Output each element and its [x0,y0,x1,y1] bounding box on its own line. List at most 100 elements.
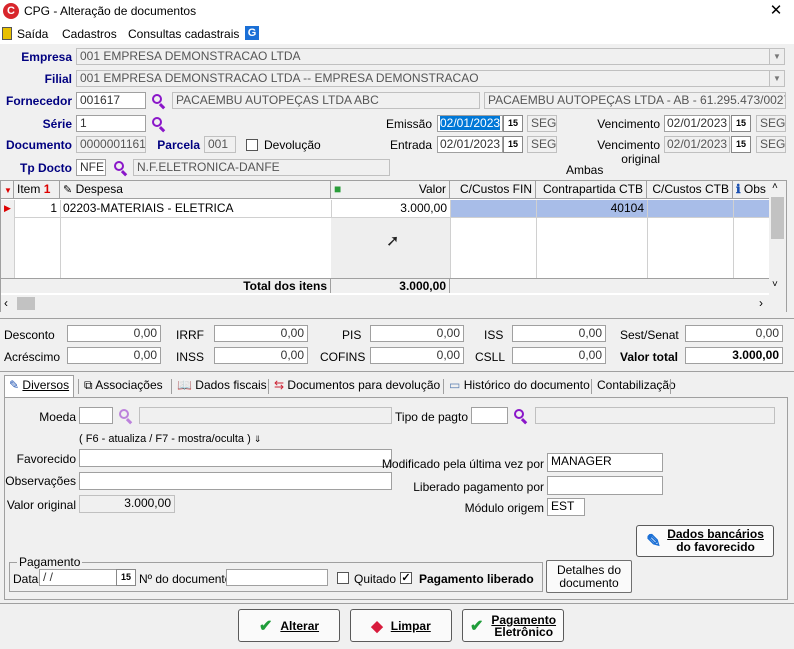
chevron-down-icon[interactable]: ▼ [769,48,785,65]
calendar-icon[interactable]: 15 [731,136,751,153]
alterar-button[interactable]: ✔ Alterar [238,609,340,642]
emissao-label: Emissão [385,117,432,131]
calendar-icon[interactable]: 15 [503,136,523,153]
tab-contabilizacao[interactable]: Contabilização [593,376,680,396]
col-despesa[interactable]: ✎ Despesa [60,181,331,198]
emissao-date-input[interactable]: 02/01/2023 [437,115,503,132]
items-grid[interactable]: ▼ Item 1 ✎ Despesa ■ Valor C/Custos FIN C… [0,180,787,312]
filial-select[interactable]: 001 EMPRESA DEMONSTRACAO LTDA -- EMPRESA… [76,70,770,87]
favorecido-input[interactable] [79,449,392,467]
col-cc-fin[interactable]: C/Custos FIN [450,181,536,198]
total-value: 3.000,00 [331,279,450,293]
pagamento-group-label: Pagamento [17,555,83,569]
csll-input[interactable]: 0,00 [512,347,606,364]
col-obs[interactable]: ℹ Obs [733,181,769,198]
inss-input[interactable]: 0,00 [214,347,308,364]
parcela-field: 001 [204,136,236,153]
col-obs-label: Obs [743,182,766,196]
dados-bancarios-line2: do favorecido [676,540,755,554]
table-row[interactable]: ▶ 1 02203-MATERIAIS - ELETRICA 3.000,00 … [1,200,769,217]
detalhes-documento-button[interactable]: Detalhes do documento [546,560,632,593]
col-valor[interactable]: ■ Valor [331,181,450,198]
tpdocto-label: Tp Docto [20,161,72,175]
pagamento-liberado-checkbox[interactable]: ✓ [400,572,412,584]
fornecedor-full-field: PACAEMBU AUTOPEÇAS LTDA - AB - 61.295.47… [484,92,786,109]
empresa-select[interactable]: 001 EMPRESA DEMONSTRACAO LTDA [76,48,770,65]
tab-dados-fiscais[interactable]: 📖 Dados fiscais [173,376,271,396]
tpdocto-code-input[interactable]: NFE [76,159,106,176]
scroll-thumb[interactable] [771,197,784,239]
irrf-input[interactable]: 0,00 [214,325,308,342]
chevron-down-icon[interactable]: ▼ [769,70,785,87]
chevron-right-icon[interactable]: › [759,296,763,310]
money-icon: ■ [334,182,342,196]
toggle-arrow-icon[interactable]: ⇓ [254,434,262,444]
calendar-icon[interactable]: 15 [731,115,751,132]
chevron-left-icon[interactable]: ‹ [4,296,8,310]
query-shortcut-icon[interactable]: G [245,26,259,40]
sest-input[interactable]: 0,00 [685,325,783,342]
fornecedor-code-input[interactable]: 001617 [76,92,146,109]
cofins-input[interactable]: 0,00 [370,347,464,364]
tab-historico[interactable]: ▭ Histórico do documento [445,376,594,396]
tab-associacoes-label: Associações [95,378,163,392]
iss-input[interactable]: 0,00 [512,325,606,342]
col-contrapartida[interactable]: Contrapartida CTB [536,181,647,198]
menu-bar: Saída Cadastros Consultas cadastrais G [0,24,794,44]
moeda-input[interactable] [79,407,113,424]
search-icon[interactable] [151,116,167,133]
documento-label: Documento [6,138,72,152]
data-pagamento-input[interactable]: / / [39,569,118,586]
tab-historico-label: Histórico do documento [463,378,590,392]
pis-input[interactable]: 0,00 [370,325,464,342]
scroll-thumb[interactable] [17,297,35,310]
vencimento-date-input[interactable]: 02/01/2023 [664,115,730,132]
pagamento-eletronico-button[interactable]: ✔ Pagamento Eletrônico [462,609,564,642]
devolucao-checkbox[interactable] [246,139,258,151]
tab-dados-fiscais-label: Dados fiscais [195,378,267,392]
venc-orig-label: Vencimento original [597,138,660,166]
serie-input[interactable]: 1 [76,115,146,132]
entrada-date-input[interactable]: 02/01/2023 [437,136,503,153]
cell-item: 1 [50,201,57,215]
ndoc-input[interactable] [226,569,328,586]
col-cc-ctb[interactable]: C/Custos CTB [647,181,733,198]
acrescimo-input[interactable]: 0,00 [67,347,161,364]
col-valor-label: Valor [418,182,446,196]
chevron-down-icon[interactable]: ˅ [772,279,778,290]
tab-diversos[interactable]: ✎ Diversos [4,375,75,397]
quitado-checkbox[interactable] [337,572,349,584]
horizontal-scrollbar[interactable]: ‹ › [1,295,786,312]
vertical-scrollbar[interactable]: ˄ ˅ [769,181,786,295]
desconto-input[interactable]: 0,00 [67,325,161,342]
dados-bancarios-button[interactable]: ✎ Dados bancários do favorecido [636,525,774,557]
menu-exit[interactable]: Saída [17,27,48,41]
triangle-down-icon: ▼ [4,186,12,195]
search-icon[interactable] [513,408,529,425]
return-docs-icon: ⇆ [274,378,285,392]
documento-field: 0000001161 [76,136,146,153]
search-icon[interactable] [118,408,134,425]
menu-registries[interactable]: Cadastros [62,27,117,41]
venc-orig-field: 02/01/2023 [664,136,730,153]
tab-associacoes[interactable]: ⧉ Associações [80,376,167,396]
observacoes-input[interactable] [79,472,392,490]
search-icon[interactable] [151,93,167,110]
calendar-icon[interactable]: 15 [503,115,523,132]
chevron-up-icon[interactable]: ˄ [772,181,778,192]
menu-queries[interactable]: Consultas cadastrais [128,27,239,41]
close-icon[interactable]: ✕ [768,1,784,19]
modulo-field: EST [547,498,585,516]
detalhes-line1: Detalhes do [556,563,622,577]
col-item[interactable]: Item 1 [14,181,60,198]
calendar-icon[interactable]: 15 [116,569,136,586]
liberado-field [547,476,663,495]
tipo-pagto-input[interactable] [471,407,508,424]
filial-label: Filial [44,72,72,86]
limpar-button[interactable]: ◆ Limpar [350,609,452,642]
emissao-value: 02/01/2023 [440,116,501,130]
tab-devolucao[interactable]: ⇆ Documentos para devolução [270,376,444,396]
search-icon[interactable] [113,160,129,177]
sest-label: Sest/Senat [620,328,679,342]
parcela-label: Parcela [157,138,200,152]
